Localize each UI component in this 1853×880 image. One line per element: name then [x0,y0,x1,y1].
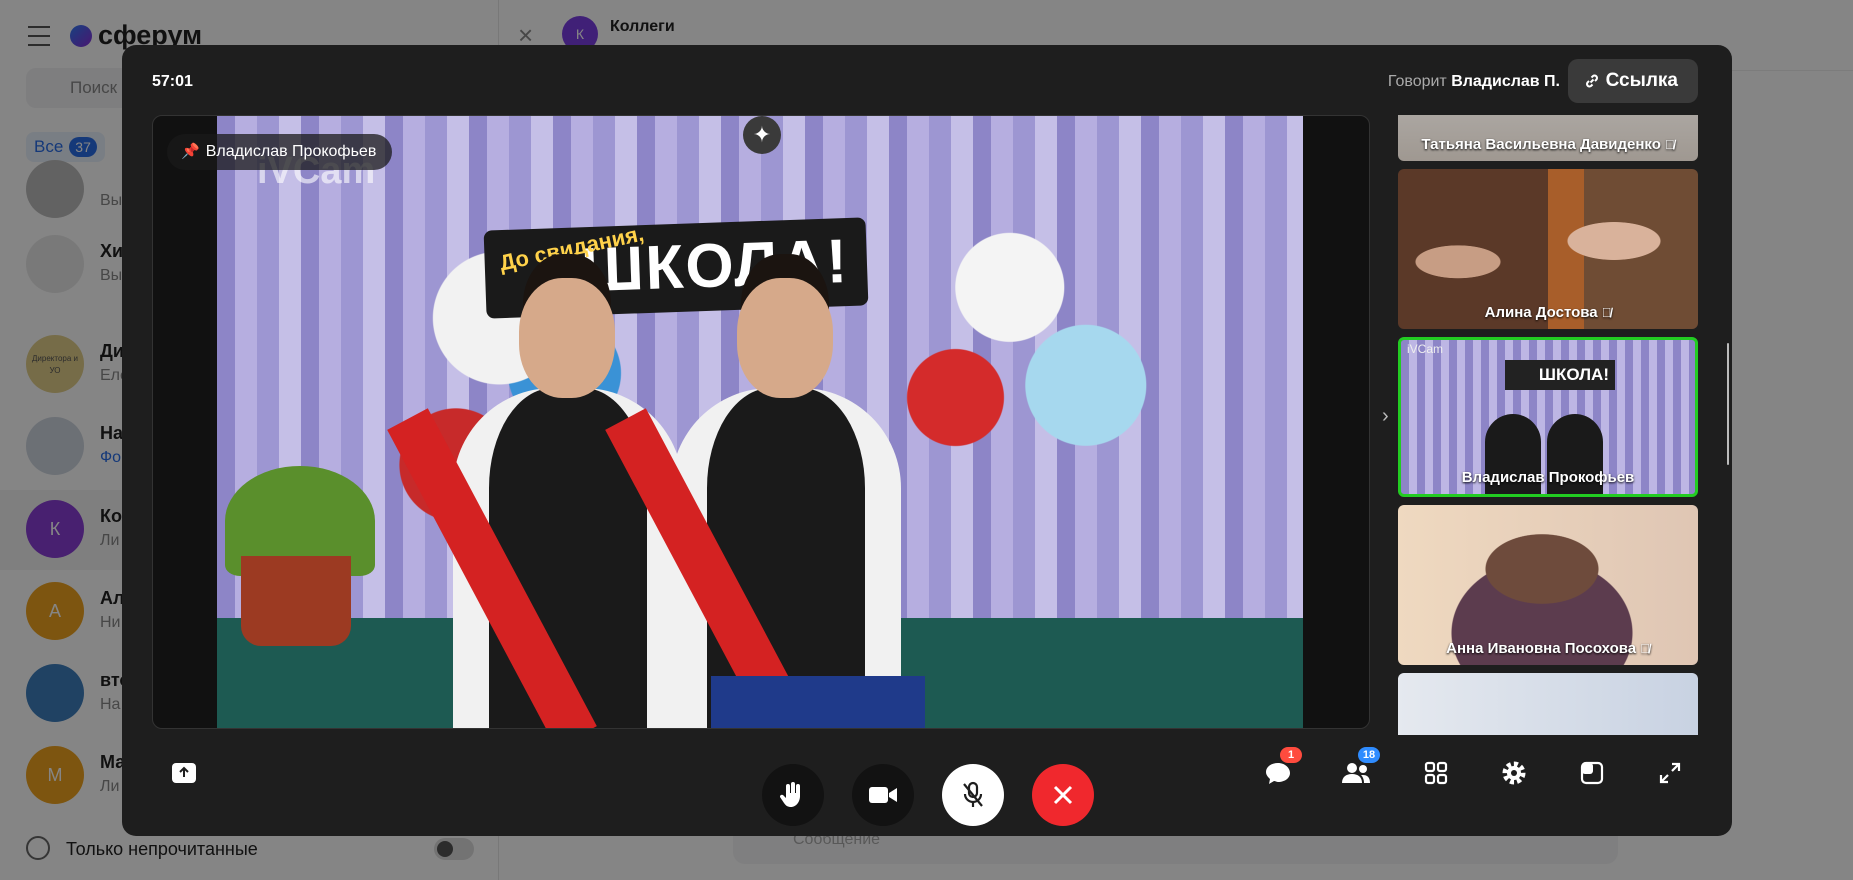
participant-tile[interactable] [1398,673,1698,735]
sparkle-effects-icon[interactable]: ✦ [743,116,781,154]
chevron-right-icon[interactable]: › [1382,405,1389,428]
participant-tile[interactable]: Алина Достова 🎙̸ [1398,169,1698,329]
participant-caption: Анна Ивановна Посохова 🎙̸ [1398,640,1698,657]
participant-caption: Владислав Прокофьев [1401,469,1695,486]
tile-banner: ШКОЛА! [1505,360,1615,390]
speaking-name: Владислав П. [1451,73,1560,90]
video-pot [241,556,351,646]
call-timer: 57:01 [152,73,193,90]
copy-link-button[interactable]: Ссылка [1567,59,1698,103]
speaking-indicator: Говорит Владислав П. [1388,73,1560,91]
speaking-label: Говорит [1387,73,1447,90]
copy-link-label: Ссылка [1605,70,1678,91]
raise-hand-button[interactable] [762,764,824,826]
tiles-scrollbar[interactable] [1727,343,1729,465]
participant-name: Владислав Прокофьев [1461,469,1635,486]
layout-grid-button[interactable] [1414,751,1458,795]
participant-tile[interactable]: Татьяна Васильевна Давиденко 🎙̸ [1398,115,1698,161]
video-call-window: 57:01 Говорит Владислав П. Ссылка 📌 Влади… [122,45,1732,836]
gear-icon [1502,761,1526,785]
pinned-participant-name: Владислав Прокофьев [205,143,377,160]
pip-icon [1580,761,1604,785]
main-video-stage[interactable]: 📌 Владислав Прокофьев ✦ iVCam До свидания… [152,115,1370,729]
camera-icon [869,787,897,803]
chat-button[interactable]: 1 [1256,747,1302,795]
mic-muted-icon [963,781,983,807]
pinned-participant-label[interactable]: 📌 Владислав Прокофьев [167,134,393,170]
participant-name: Татьяна Васильевна Давиденко [1421,136,1661,153]
participant-caption: Татьяна Васильевна Давиденко 🎙̸ [1398,136,1698,153]
share-screen-icon [172,763,196,783]
participant-tiles: Татьяна Васильевна Давиденко 🎙̸ Алина Дос… [1398,115,1700,735]
participants-button[interactable]: 18 [1334,747,1380,795]
expand-icon [1659,762,1681,784]
participants-badge: 18 [1358,747,1380,763]
hand-icon [780,782,800,807]
participant-name: Анна Ивановна Посохова [1446,640,1637,657]
picture-in-picture-button[interactable] [1570,751,1614,795]
participants-icon [1342,763,1370,783]
participant-tile-active[interactable]: iVCam ШКОЛА! Владислав Прокофьев [1398,337,1698,497]
chat-bubble-icon [1266,763,1290,784]
tile-watermark: iVCam [1407,342,1444,356]
participant-name: Алина Достова [1484,304,1598,321]
camera-button[interactable] [852,764,914,826]
close-icon [1053,785,1073,805]
mic-muted-icon: 🎙̸ [1601,305,1612,320]
fullscreen-button[interactable] [1648,751,1692,795]
mic-muted-icon: 🎙̸ [1640,641,1650,656]
participant-caption: Алина Достова 🎙̸ [1398,304,1698,321]
main-video-feed: iVCam До свидания, ШКОЛА! [217,116,1303,728]
pin-icon: 📌 [181,143,200,160]
settings-button[interactable] [1492,751,1536,795]
end-call-button[interactable] [1032,764,1094,826]
share-screen-button[interactable] [162,751,206,795]
chat-badge: 1 [1280,747,1302,763]
mic-muted-icon: 🎙̸ [1664,137,1675,152]
grid-icon [1424,761,1448,785]
link-icon [1585,74,1598,88]
participant-tile[interactable]: Анна Ивановна Посохова 🎙̸ [1398,505,1698,665]
microphone-button[interactable] [942,764,1004,826]
video-gift-box [711,676,925,728]
